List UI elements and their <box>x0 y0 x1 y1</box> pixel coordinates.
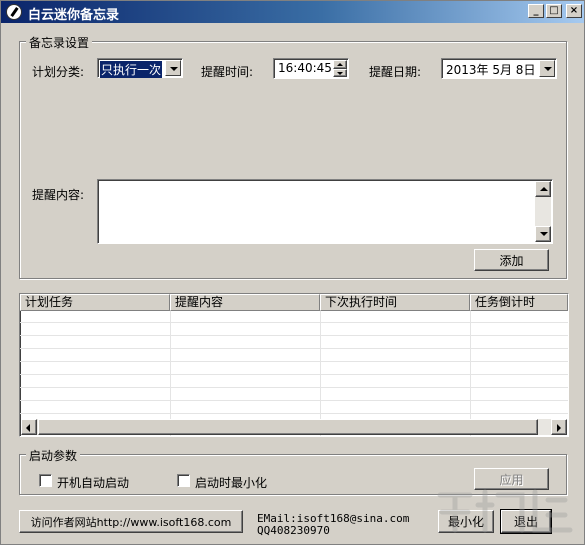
category-select[interactable]: 只执行一次 <box>97 58 183 78</box>
scroll-left-button[interactable] <box>21 419 37 435</box>
task-list[interactable]: 计划任务 提醒内容 下次执行时间 任务倒计时 <box>19 293 569 437</box>
scroll-down-icon <box>540 232 548 236</box>
date-value: 2013年 5月 8日 <box>446 63 536 77</box>
column-header-next-run[interactable]: 下次执行时间 <box>320 294 470 311</box>
date-dropdown-button[interactable] <box>539 60 555 77</box>
time-spin-up-button[interactable] <box>333 60 347 69</box>
time-value: 16:40:45 <box>278 61 332 75</box>
content-label: 提醒内容: <box>32 188 85 202</box>
scroll-up-icon <box>540 187 548 191</box>
time-field[interactable]: 16:40:45 <box>273 58 349 79</box>
table-row[interactable] <box>20 311 568 323</box>
table-row[interactable] <box>20 350 568 362</box>
scroll-right-button[interactable] <box>551 419 567 435</box>
chevron-down-icon <box>170 67 178 71</box>
table-row[interactable] <box>20 324 568 336</box>
table-row[interactable] <box>20 402 568 414</box>
content-scroll-up-button[interactable] <box>535 181 551 197</box>
add-button[interactable]: 添加 <box>474 249 549 271</box>
table-row[interactable] <box>20 363 568 375</box>
category-dropdown-button[interactable] <box>165 60 181 76</box>
column-header-content[interactable]: 提醒内容 <box>170 294 320 311</box>
scroll-left-icon <box>26 424 30 432</box>
app-icon <box>6 4 22 20</box>
column-header-task[interactable]: 计划任务 <box>20 294 170 311</box>
horizontal-scroll-thumb[interactable] <box>38 419 538 435</box>
column-header-countdown[interactable]: 任务倒计时 <box>470 294 568 311</box>
autostart-label[interactable]: 开机自动启动 <box>57 474 129 491</box>
watermark-logo <box>437 489 573 533</box>
main-window: 白云迷你备忘录 _ □ × 备忘录设置 计划分类: 只执行一次 提醒时间: 16… <box>0 0 585 545</box>
spin-up-icon <box>337 63 343 66</box>
category-value: 只执行一次 <box>100 61 163 78</box>
qq-text: QQ408230970 <box>257 524 330 537</box>
start-minimized-label[interactable]: 启动时最小化 <box>195 474 267 491</box>
spin-down-icon <box>337 72 343 75</box>
visit-author-website-button[interactable]: 访问作者网站http://www.isoft168.com <box>19 510 243 533</box>
autostart-checkbox[interactable] <box>39 474 52 487</box>
time-label: 提醒时间: <box>201 65 254 79</box>
table-row[interactable] <box>20 376 568 388</box>
startup-legend: 启动参数 <box>26 447 81 464</box>
date-label: 提醒日期: <box>369 65 422 79</box>
chevron-down-icon <box>544 67 552 71</box>
window-title: 白云迷你备忘录 <box>28 8 120 23</box>
start-minimized-checkbox[interactable] <box>177 474 190 487</box>
table-row[interactable] <box>20 389 568 401</box>
time-spin-down-button[interactable] <box>333 69 347 77</box>
content-textarea[interactable] <box>97 179 553 244</box>
scroll-right-icon <box>557 424 561 432</box>
content-scroll-down-button[interactable] <box>535 226 551 242</box>
date-picker[interactable]: 2013年 5月 8日 <box>441 58 557 79</box>
settings-legend: 备忘录设置 <box>26 34 93 51</box>
category-label: 计划分类: <box>32 65 85 79</box>
minimize-window-button[interactable]: _ <box>528 4 544 18</box>
maximize-window-button[interactable]: □ <box>546 4 562 18</box>
title-bar[interactable]: 白云迷你备忘录 _ □ × <box>1 1 584 23</box>
table-row[interactable] <box>20 337 568 349</box>
close-window-button[interactable]: × <box>566 4 582 18</box>
